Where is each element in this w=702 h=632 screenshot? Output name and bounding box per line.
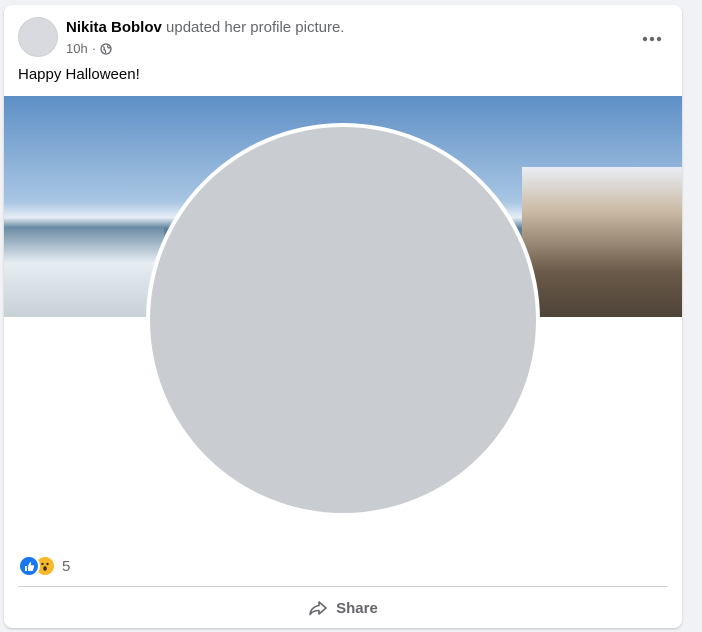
like-icon xyxy=(18,555,40,577)
reactions-summary[interactable]: 5 xyxy=(18,554,70,578)
actions-divider xyxy=(18,586,668,587)
meta-separator: · xyxy=(91,41,97,56)
more-options-button[interactable] xyxy=(636,27,668,51)
post-card: Nikita Boblov updated her profile pictur… xyxy=(4,5,682,628)
post-timestamp[interactable]: 10h xyxy=(66,41,88,56)
post-header: Nikita Boblov updated her profile pictur… xyxy=(18,17,668,61)
author-line: Nikita Boblov updated her profile pictur… xyxy=(66,19,344,36)
profile-picture[interactable] xyxy=(150,127,536,513)
profile-picture-frame xyxy=(146,123,540,517)
cover-beach-surf xyxy=(4,227,164,317)
share-icon xyxy=(309,601,327,616)
share-label: Share xyxy=(336,599,378,617)
post-caption: Happy Halloween! xyxy=(18,66,140,83)
post-action-text: updated her profile picture. xyxy=(166,19,345,36)
author-name[interactable]: Nikita Boblov xyxy=(66,19,162,36)
globe-icon[interactable] xyxy=(100,42,112,55)
cover-resort-building xyxy=(522,167,682,317)
post-meta: 10h · xyxy=(66,41,112,56)
reaction-count[interactable]: 5 xyxy=(62,558,70,575)
share-button[interactable]: Share xyxy=(18,591,668,625)
more-options-icon xyxy=(642,36,662,42)
author-avatar[interactable] xyxy=(18,17,58,57)
